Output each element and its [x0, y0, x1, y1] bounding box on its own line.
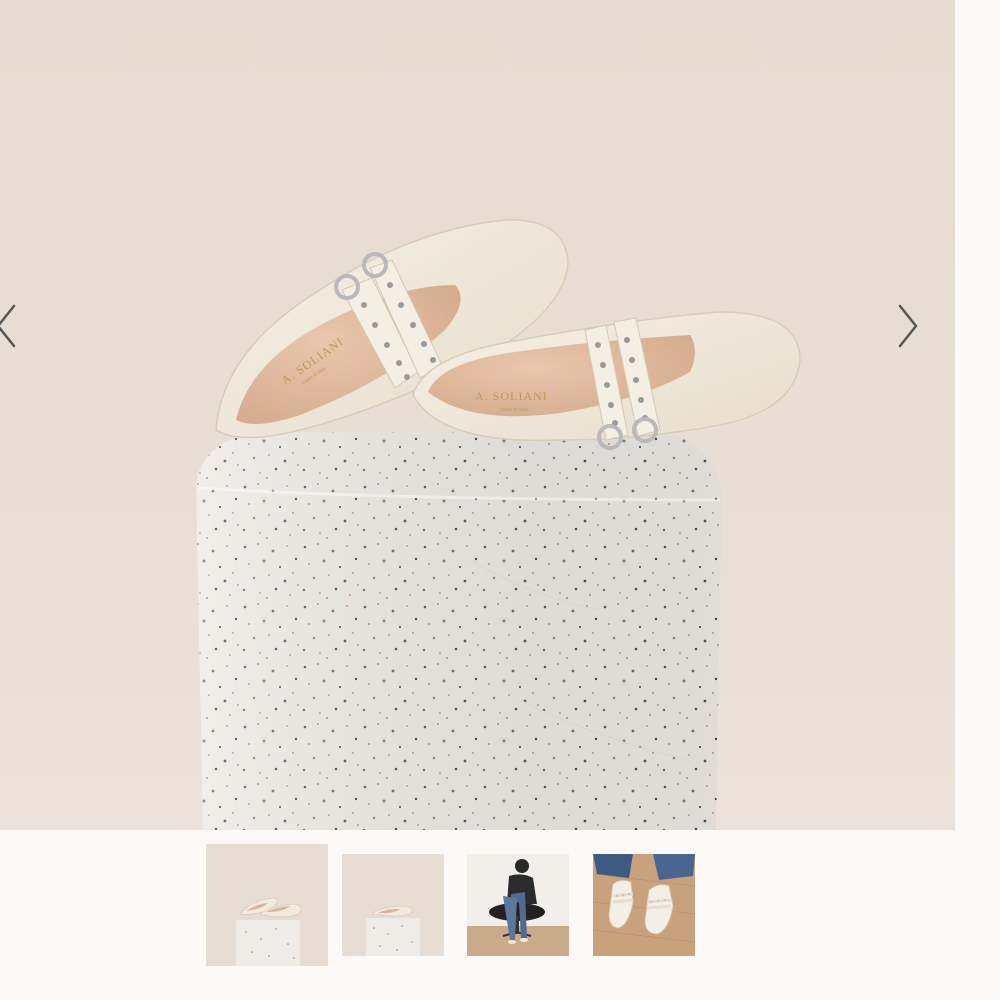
thumbnail-3[interactable] — [467, 854, 569, 956]
next-image-button[interactable] — [890, 300, 926, 352]
chevron-right-icon — [898, 304, 918, 348]
gallery-gutter — [955, 0, 1000, 830]
thumbnail-1-image — [206, 844, 328, 966]
thumbnail-1[interactable] — [206, 844, 328, 966]
thumbnail-strip — [0, 830, 1000, 1000]
thumbnail-2[interactable] — [342, 854, 444, 956]
previous-image-button[interactable] — [0, 300, 28, 352]
main-product-image[interactable]: A. SOLIANI made in italy A. SOLIANI made… — [0, 0, 955, 830]
thumbnail-2-image — [342, 854, 444, 956]
thumbnail-4-image — [593, 854, 695, 956]
chevron-left-icon — [0, 304, 16, 348]
terrazzo-plinth — [196, 432, 722, 830]
main-image-art: A. SOLIANI made in italy A. SOLIANI made… — [196, 219, 801, 830]
svg-text:A. SOLIANI: A. SOLIANI — [475, 389, 548, 403]
thumbnail-3-image — [467, 854, 569, 956]
thumbnail-4[interactable] — [593, 854, 695, 956]
svg-text:made in italy: made in italy — [500, 407, 529, 413]
product-gallery: A. SOLIANI made in italy A. SOLIANI made… — [0, 0, 1000, 1000]
